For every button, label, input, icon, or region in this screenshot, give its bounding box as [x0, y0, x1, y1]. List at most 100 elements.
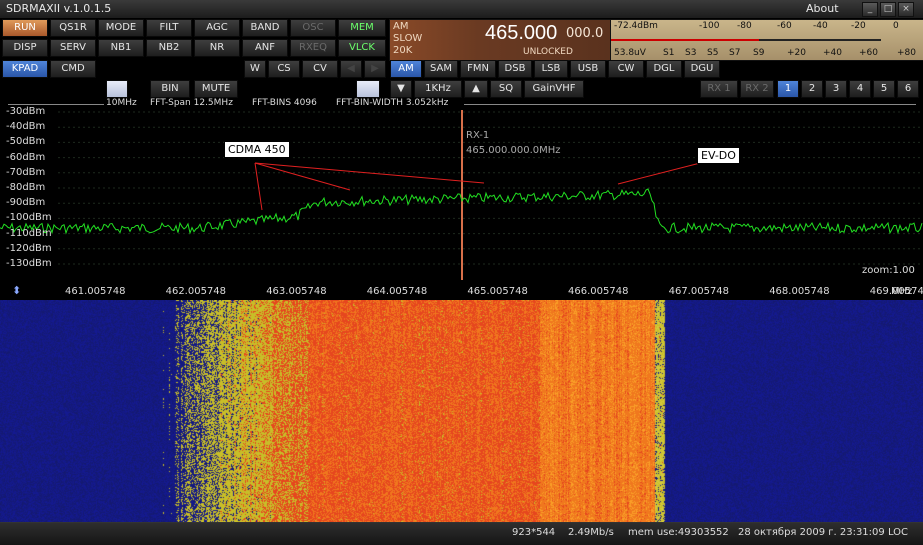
mode-lsb[interactable]: LSB — [534, 60, 568, 78]
meter-scale-bottom-3: S7 — [729, 48, 741, 58]
meter-scale-top-3: -40 — [813, 21, 828, 31]
status-bar: 923*544 2.49Mb/s mem use:49303552 28 окт… — [0, 522, 923, 545]
mem-button[interactable]: MEM — [338, 19, 386, 37]
anf-button[interactable]: ANF — [242, 39, 288, 57]
band-button[interactable]: BAND — [242, 19, 288, 37]
freq-tick-1: 462.005748 — [165, 286, 227, 297]
db-label-5: -80dBm — [6, 182, 46, 193]
freq-tick-6: 467.005748 — [668, 286, 730, 297]
nb2-button[interactable]: NB2 — [146, 39, 192, 57]
waterfall-display[interactable] — [0, 300, 923, 522]
step-up-icon[interactable]: ▲ — [464, 80, 488, 98]
fft-bins-label: FFT-BINS 4096 — [252, 98, 317, 108]
slider-thumb-right[interactable] — [356, 80, 380, 98]
mode-cw[interactable]: CW — [608, 60, 644, 78]
osc-button[interactable]: OSC — [290, 19, 336, 37]
meter-scale-top-1: -80 — [737, 21, 752, 31]
page-3-button[interactable]: 3 — [825, 80, 847, 98]
slider-thumb-left[interactable] — [106, 80, 128, 98]
freq-tick-7: 468.005748 — [769, 286, 830, 297]
cs-button[interactable]: CS — [268, 60, 300, 78]
zoom-label: zoom:1.00 — [862, 265, 915, 276]
spectrum-display[interactable]: -30dBm -40dBm -50dBm -60dBm -70dBm -80dBm -90d… — [0, 106, 923, 280]
main-frequency[interactable]: 465.000 — [485, 22, 557, 45]
mute-button[interactable]: MUTE — [194, 80, 238, 98]
vlck-button[interactable]: VLCK — [338, 39, 386, 57]
page-5-button[interactable]: 5 — [873, 80, 895, 98]
freq-tick-5: 466.005748 — [568, 286, 629, 297]
page-6-button[interactable]: 6 — [897, 80, 919, 98]
filt-button[interactable]: FILT — [146, 19, 192, 37]
arrow-left-icon[interactable]: ◀ — [340, 60, 362, 78]
cmd-button[interactable]: CMD — [50, 60, 96, 78]
nr-button[interactable]: NR — [194, 39, 240, 57]
rxeq-button[interactable]: RXEQ — [290, 39, 336, 57]
close-icon[interactable]: × — [898, 2, 914, 17]
cdma-callout: CDMA 450 — [224, 141, 290, 158]
db-label-9: -120dBm — [6, 242, 52, 254]
kpad-button[interactable]: KPAD — [2, 60, 48, 78]
rx2-button[interactable]: RX 2 — [740, 80, 774, 98]
fft-span-label: FFT-Span 12.5MHz — [150, 98, 233, 108]
cv-button[interactable]: CV — [302, 60, 338, 78]
meter-scale-bottom-1: S3 — [685, 48, 697, 58]
meter-scale-bottom-0: S1 — [663, 48, 675, 58]
freq-tick-3: 464.005748 — [366, 286, 428, 297]
rx-frequency-label: 465.000.000.0MHz — [466, 145, 561, 156]
axis-unit: MHz — [891, 286, 913, 297]
agc-mode-label: AM — [393, 21, 409, 32]
sub-frequency[interactable]: 000.0 — [566, 26, 603, 41]
status-datetime: 28 октября 2009 г. 23:31:09 LOC — [738, 527, 909, 538]
run-button[interactable]: RUN — [2, 19, 48, 37]
mode-button[interactable]: MODE — [98, 19, 144, 37]
freq-tick-4: 465.005748 — [467, 286, 528, 297]
minimize-icon[interactable]: _ — [862, 2, 878, 17]
page-2-button[interactable]: 2 — [801, 80, 823, 98]
about-menu[interactable]: About — [806, 2, 839, 15]
meter-scale-top-5: 0 — [893, 21, 899, 31]
bandwidth-label: 20K — [393, 45, 413, 56]
db-label-4: -70dBm — [6, 166, 46, 178]
mode-dsb[interactable]: DSB — [498, 60, 532, 78]
spectrum-svg — [0, 110, 923, 280]
frequency-display: AM SLOW 20K 465.000 000.0 UNLOCKED — [389, 19, 611, 61]
updown-icon[interactable]: ⬍ — [12, 284, 21, 297]
agc-button[interactable]: AGC — [194, 19, 240, 37]
qs1r-button[interactable]: QS1R — [50, 19, 96, 37]
frequency-axis[interactable]: ⬍ 461.005748 462.005748 463.005748 464.0057… — [0, 282, 923, 300]
bin-button[interactable]: BIN — [150, 80, 190, 98]
disp-button[interactable]: DISP — [2, 39, 48, 57]
arrow-right-icon[interactable]: ▶ — [364, 60, 386, 78]
lock-status: UNLOCKED — [523, 47, 573, 57]
mode-dgu[interactable]: DGU — [684, 60, 720, 78]
sq-button[interactable]: SQ — [490, 80, 522, 98]
w-button[interactable]: W — [244, 60, 266, 78]
db-label-1: -40dBm — [6, 121, 46, 133]
rx1-button[interactable]: RX 1 — [700, 80, 738, 98]
mode-usb[interactable]: USB — [570, 60, 606, 78]
status-memory: mem use:49303552 — [628, 527, 729, 538]
step-button[interactable]: 1KHz — [414, 80, 462, 98]
meter-scale-top-4: -20 — [851, 21, 866, 31]
meter-dbm: -72.4dBm — [614, 21, 658, 31]
rx-label: RX-1 — [466, 130, 490, 141]
db-label-6: -90dBm — [6, 197, 46, 209]
db-label-7: -100dBm — [6, 212, 52, 224]
gainvhf-button[interactable]: GainVHF — [524, 80, 584, 98]
mode-sam[interactable]: SAM — [424, 60, 458, 78]
serv-button[interactable]: SERV — [50, 39, 96, 57]
meter-scale-bottom-2: S5 — [707, 48, 719, 58]
title-bar: SDRMAXII v.1.0.1.5 About _ □ × — [0, 0, 923, 19]
step-down-icon[interactable]: ▼ — [390, 80, 412, 98]
mode-am[interactable]: AM — [390, 60, 422, 78]
nb1-button[interactable]: NB1 — [98, 39, 144, 57]
fft-binwidth-label: FFT-BIN-WIDTH 3.052kHz — [336, 98, 449, 108]
page-4-button[interactable]: 4 — [849, 80, 871, 98]
meter-scale-top-0: -100 — [699, 21, 720, 31]
page-1-button[interactable]: 1 — [777, 80, 799, 98]
maximize-icon[interactable]: □ — [880, 2, 896, 17]
db-label-10: -130dBm — [6, 258, 52, 269]
mode-fmn[interactable]: FMN — [460, 60, 496, 78]
db-label-8: -110dBm — [6, 227, 52, 239]
mode-dgl[interactable]: DGL — [646, 60, 682, 78]
